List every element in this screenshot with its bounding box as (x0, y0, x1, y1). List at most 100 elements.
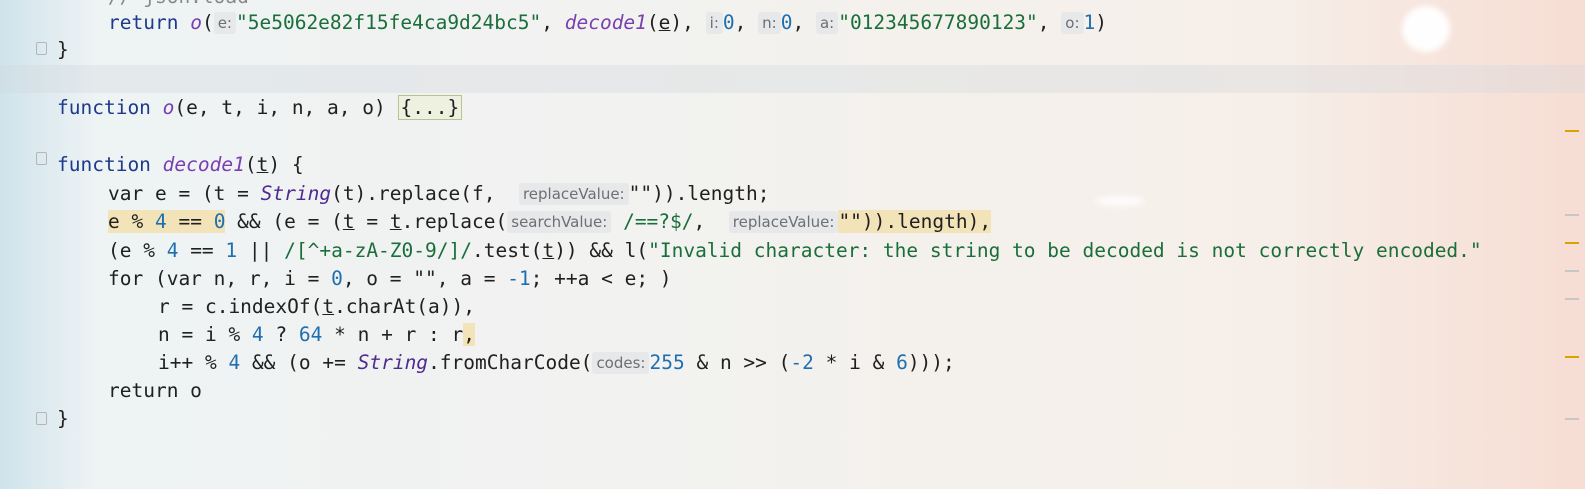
code-text: return o(e: "5e5062e82f15fe4ca9d24bc5", d… (108, 9, 1107, 37)
var-t: t (342, 210, 355, 233)
var-t: t (322, 295, 335, 318)
string-class: String (260, 182, 332, 205)
scroll-marker[interactable] (1565, 298, 1579, 300)
number: -2 (790, 351, 814, 374)
code-segment: * i & (813, 351, 897, 374)
warning-marker[interactable] (1565, 130, 1579, 132)
decode-arg: e (658, 11, 671, 34)
code-line-function-decode1: function decode1(t) { (0, 151, 1585, 179)
sep: , (1037, 11, 1050, 34)
fn-decode1-call[interactable]: decode1 (565, 11, 647, 34)
code-segment: , o = "", a = (342, 267, 508, 290)
code-segment: i++ % (158, 351, 229, 374)
fn-o-call[interactable]: o (190, 11, 202, 34)
screen-glare (1402, 6, 1450, 52)
code-segment: )) && l( (554, 239, 649, 262)
keyword-function: function (57, 96, 151, 119)
number: -1 (507, 267, 531, 290)
code-line-return-o: return o(e: "5e5062e82f15fe4ca9d24bc5", d… (0, 9, 1585, 37)
code-line-invalid-check: (e % 4 == 1 || /[^+a-zA-Z0-9/]/.test(t))… (0, 237, 1585, 265)
code-text: i++ % 4 && (o += String.fromCharCode(cod… (158, 349, 955, 377)
folded-body-button[interactable]: {...} (397, 95, 463, 120)
arg-a-value: "012345677890123" (838, 11, 1038, 34)
param-hint-codes: codes: (592, 352, 650, 374)
regex: /==?$/ (623, 210, 694, 233)
code-segment: var e = (t = (108, 182, 261, 205)
code-segment: e % (108, 210, 155, 233)
number: 0 (213, 210, 226, 233)
code-text: (e % 4 == 1 || /[^+a-zA-Z0-9/]/.test(t))… (108, 237, 1482, 265)
arg-n-value: 0 (780, 11, 793, 34)
code-segment: * n + r : r (322, 323, 464, 346)
warning-marker[interactable] (1565, 356, 1579, 358)
error-string: "Invalid character: the string to be dec… (648, 239, 1482, 262)
code-segment: (e % (108, 239, 167, 262)
paren: ) (1095, 11, 1108, 34)
code-segment: & n >> ( (684, 351, 791, 374)
code-line-var-e: var e = (t = String(t).replace(f, replac… (0, 180, 1585, 208)
var-t: t (389, 210, 402, 233)
code-text: return o (108, 377, 202, 405)
code-segment: || (237, 239, 285, 262)
param-hint-replace-value: replaceValue: (728, 211, 839, 233)
code-segment: ? (263, 323, 299, 346)
code-text: e % 4 == 0 && (e = (t = t.replace(search… (108, 208, 992, 236)
number: 0 (331, 267, 343, 290)
param-hint-replace-value: replaceValue: (518, 183, 629, 205)
code-line-from-char-code: i++ % 4 && (o += String.fromCharCode(cod… (0, 349, 1585, 377)
param-hint-search-value: searchValue: (507, 211, 612, 233)
code-segment: == (166, 210, 214, 233)
code-segment: , (693, 210, 706, 233)
code-text: function o(e, t, i, n, a, o) {...} (57, 94, 463, 122)
paren: ), (670, 11, 694, 34)
code-segment: return o (108, 379, 202, 402)
code-line-padding-check: e % 4 == 0 && (e = (t = t.replace(search… (0, 208, 1585, 236)
code-text: var e = (t = String(t).replace(f, replac… (108, 180, 770, 208)
code-line-close-brace: } (0, 36, 1585, 64)
code-editor[interactable]: // json.load return o(e:"5e5062e82f15fe4… (0, 0, 1585, 433)
code-line-return-o-var: return o (0, 377, 1585, 405)
code-segment: (t).replace(f, (331, 182, 496, 205)
code-segment: "")).length), (838, 210, 992, 233)
code-segment: r = c.indexOf( (158, 295, 323, 318)
scroll-marker[interactable] (1565, 214, 1579, 216)
code-text: for (var n, r, i = 0, o = "", a = -1; ++… (108, 265, 672, 293)
code-line-current[interactable] (0, 65, 1585, 93)
brace: } (57, 38, 69, 61)
arg-e-value: "5e5062e82f15fe4ca9d24bc5" (236, 11, 542, 34)
code-segment: for (var n, r, i = (108, 267, 332, 290)
code-text: n = i % 4 ? 64 * n + r : r, (158, 321, 476, 349)
number: 255 (649, 351, 685, 374)
paren: ( (201, 11, 214, 34)
scroll-marker[interactable] (1565, 270, 1579, 272)
code-segment: ))); (907, 351, 955, 374)
code-line-end-brace: } (0, 405, 1585, 433)
param-hint-i: i: (705, 12, 723, 34)
brace: } (57, 407, 69, 430)
fn-decode1-name[interactable]: decode1 (163, 153, 245, 176)
keyword-function: function (57, 153, 151, 176)
code-segment: "")).length; (628, 182, 770, 205)
code-segment: n = i % (158, 323, 252, 346)
param-hint-o: o: (1061, 12, 1084, 34)
code-segment: .replace( (401, 210, 508, 233)
sep: , (541, 11, 565, 34)
code-segment: == (178, 239, 226, 262)
scroll-marker[interactable] (1565, 418, 1579, 420)
code-segment: .charAt(a)), (334, 295, 476, 318)
number: 4 (228, 351, 241, 374)
code-segment: = (354, 210, 390, 233)
arg-i-value: 0 (722, 11, 735, 34)
warning-marker[interactable] (1565, 242, 1579, 244)
number: 64 (298, 323, 323, 346)
code-segment: .fromCharCode( (428, 351, 593, 374)
fn-o-name[interactable]: o (163, 96, 175, 119)
arg-o-value: 1 (1083, 11, 1096, 34)
paren: ( (646, 11, 659, 34)
string-class: String (357, 351, 429, 374)
code-segment: && (e = ( (225, 210, 343, 233)
code-segment: .test( (471, 239, 543, 262)
sep: , (734, 11, 747, 34)
code-segment: && (o += (240, 351, 358, 374)
number: 1 (225, 239, 238, 262)
